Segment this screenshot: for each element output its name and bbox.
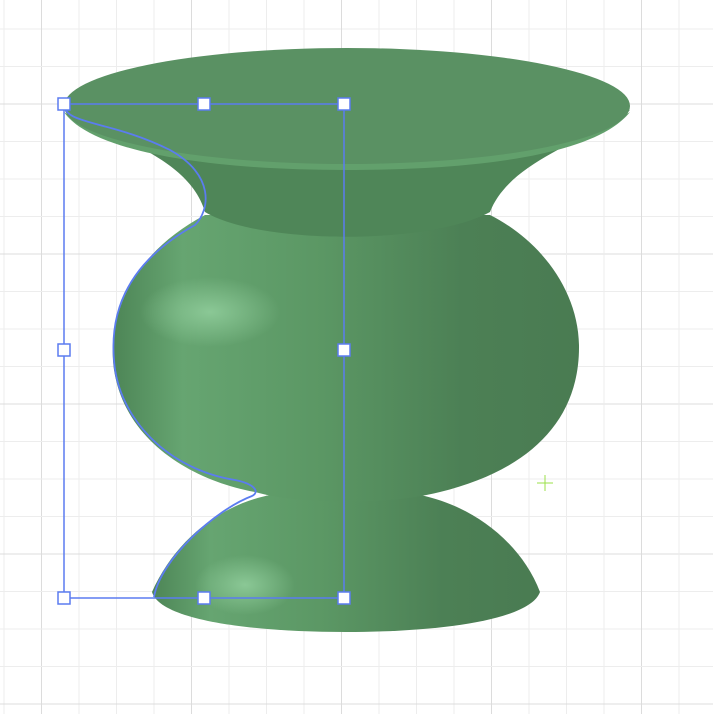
handle-center[interactable] — [337, 343, 351, 357]
handle-middle-left[interactable] — [57, 343, 71, 357]
handle-top-middle[interactable] — [197, 97, 211, 111]
base-highlight — [195, 555, 295, 615]
handle-bottom-right[interactable] — [337, 591, 351, 605]
handle-bottom-middle[interactable] — [197, 591, 211, 605]
3d-viewport[interactable] — [0, 0, 713, 714]
vase[interactable] — [64, 48, 630, 632]
viewport-canvas[interactable] — [0, 0, 713, 714]
body-highlight — [140, 277, 280, 347]
handle-top-left[interactable] — [57, 97, 71, 111]
crosshair-cursor-icon — [537, 475, 553, 491]
handle-bottom-left[interactable] — [57, 591, 71, 605]
vase-body — [112, 215, 580, 502]
handle-top-right[interactable] — [337, 97, 351, 111]
